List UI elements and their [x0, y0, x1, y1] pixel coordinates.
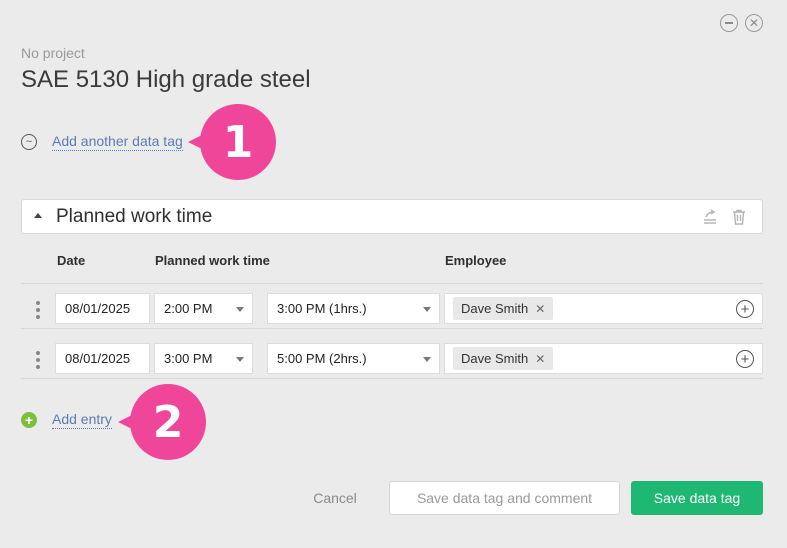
callout-badge-2: 2 — [118, 384, 206, 460]
date-value: 08/01/2025 — [65, 351, 131, 366]
share-icon[interactable] — [702, 208, 720, 226]
date-field[interactable]: 08/01/2025 — [55, 343, 150, 374]
employee-name: Dave Smith — [461, 301, 529, 316]
divider — [21, 328, 763, 329]
divider — [21, 378, 763, 379]
add-tag-row: ~ Add another data tag — [21, 133, 183, 151]
date-field[interactable]: 08/01/2025 — [55, 293, 150, 324]
start-time-value: 3:00 PM — [164, 351, 213, 366]
table-row: 08/01/2025 2:00 PM 3:00 PM (1hrs.) Dave … — [21, 292, 763, 329]
chevron-down-icon — [423, 357, 431, 362]
cancel-button[interactable]: Cancel — [296, 481, 374, 515]
end-time-select[interactable]: 5:00 PM (2hrs.) — [267, 343, 440, 374]
start-time-select[interactable]: 3:00 PM — [154, 343, 253, 374]
employee-name: Dave Smith — [461, 351, 529, 366]
plus-green-icon[interactable]: + — [21, 412, 37, 428]
chevron-down-icon — [236, 357, 244, 362]
section-actions — [702, 208, 748, 226]
trash-icon[interactable] — [730, 208, 748, 226]
page-title: SAE 5130 High grade steel — [21, 66, 311, 93]
callout-badge-1: 1 — [188, 104, 276, 180]
close-x-icon[interactable]: ✕ — [535, 352, 545, 366]
end-time-value: 5:00 PM (2hrs.) — [277, 351, 367, 366]
chevron-down-icon — [236, 307, 244, 312]
section-header: Planned work time — [21, 199, 763, 234]
close-icon[interactable]: ✕ — [745, 14, 763, 32]
plus-circle-icon[interactable]: + — [736, 300, 754, 318]
end-time-select[interactable]: 3:00 PM (1hrs.) — [267, 293, 440, 324]
tilde-icon: ~ — [21, 134, 37, 150]
divider — [21, 283, 763, 284]
save-with-comment-button[interactable]: Save data tag and comment — [389, 481, 620, 515]
add-entry-link[interactable]: Add entry — [52, 411, 112, 429]
caret-up-icon[interactable] — [34, 213, 42, 218]
add-data-tag-link[interactable]: Add another data tag — [52, 133, 183, 151]
date-value: 08/01/2025 — [65, 301, 131, 316]
minimize-icon[interactable] — [720, 14, 738, 32]
save-button[interactable]: Save data tag — [631, 481, 763, 515]
table-row: 08/01/2025 3:00 PM 5:00 PM (2hrs.) Dave … — [21, 342, 763, 379]
employee-chip: Dave Smith ✕ — [453, 297, 554, 320]
start-time-value: 2:00 PM — [164, 301, 213, 316]
chevron-down-icon — [423, 307, 431, 312]
column-header-employee: Employee — [445, 253, 507, 268]
start-time-select[interactable]: 2:00 PM — [154, 293, 253, 324]
close-x-icon[interactable]: ✕ — [535, 302, 545, 316]
column-header-date: Date — [57, 253, 86, 268]
employee-field[interactable]: Dave Smith ✕ + — [444, 293, 763, 324]
employee-field[interactable]: Dave Smith ✕ + — [444, 343, 763, 374]
project-label: No project — [21, 45, 85, 61]
employee-chip: Dave Smith ✕ — [453, 347, 554, 370]
end-time-value: 3:00 PM (1hrs.) — [277, 301, 367, 316]
add-entry-row: + Add entry — [21, 411, 112, 429]
drag-handle-icon[interactable] — [36, 301, 40, 319]
section-title: Planned work time — [56, 205, 213, 227]
plus-circle-icon[interactable]: + — [736, 350, 754, 368]
drag-handle-icon[interactable] — [36, 351, 40, 369]
column-header-work-time: Planned work time — [155, 253, 270, 268]
